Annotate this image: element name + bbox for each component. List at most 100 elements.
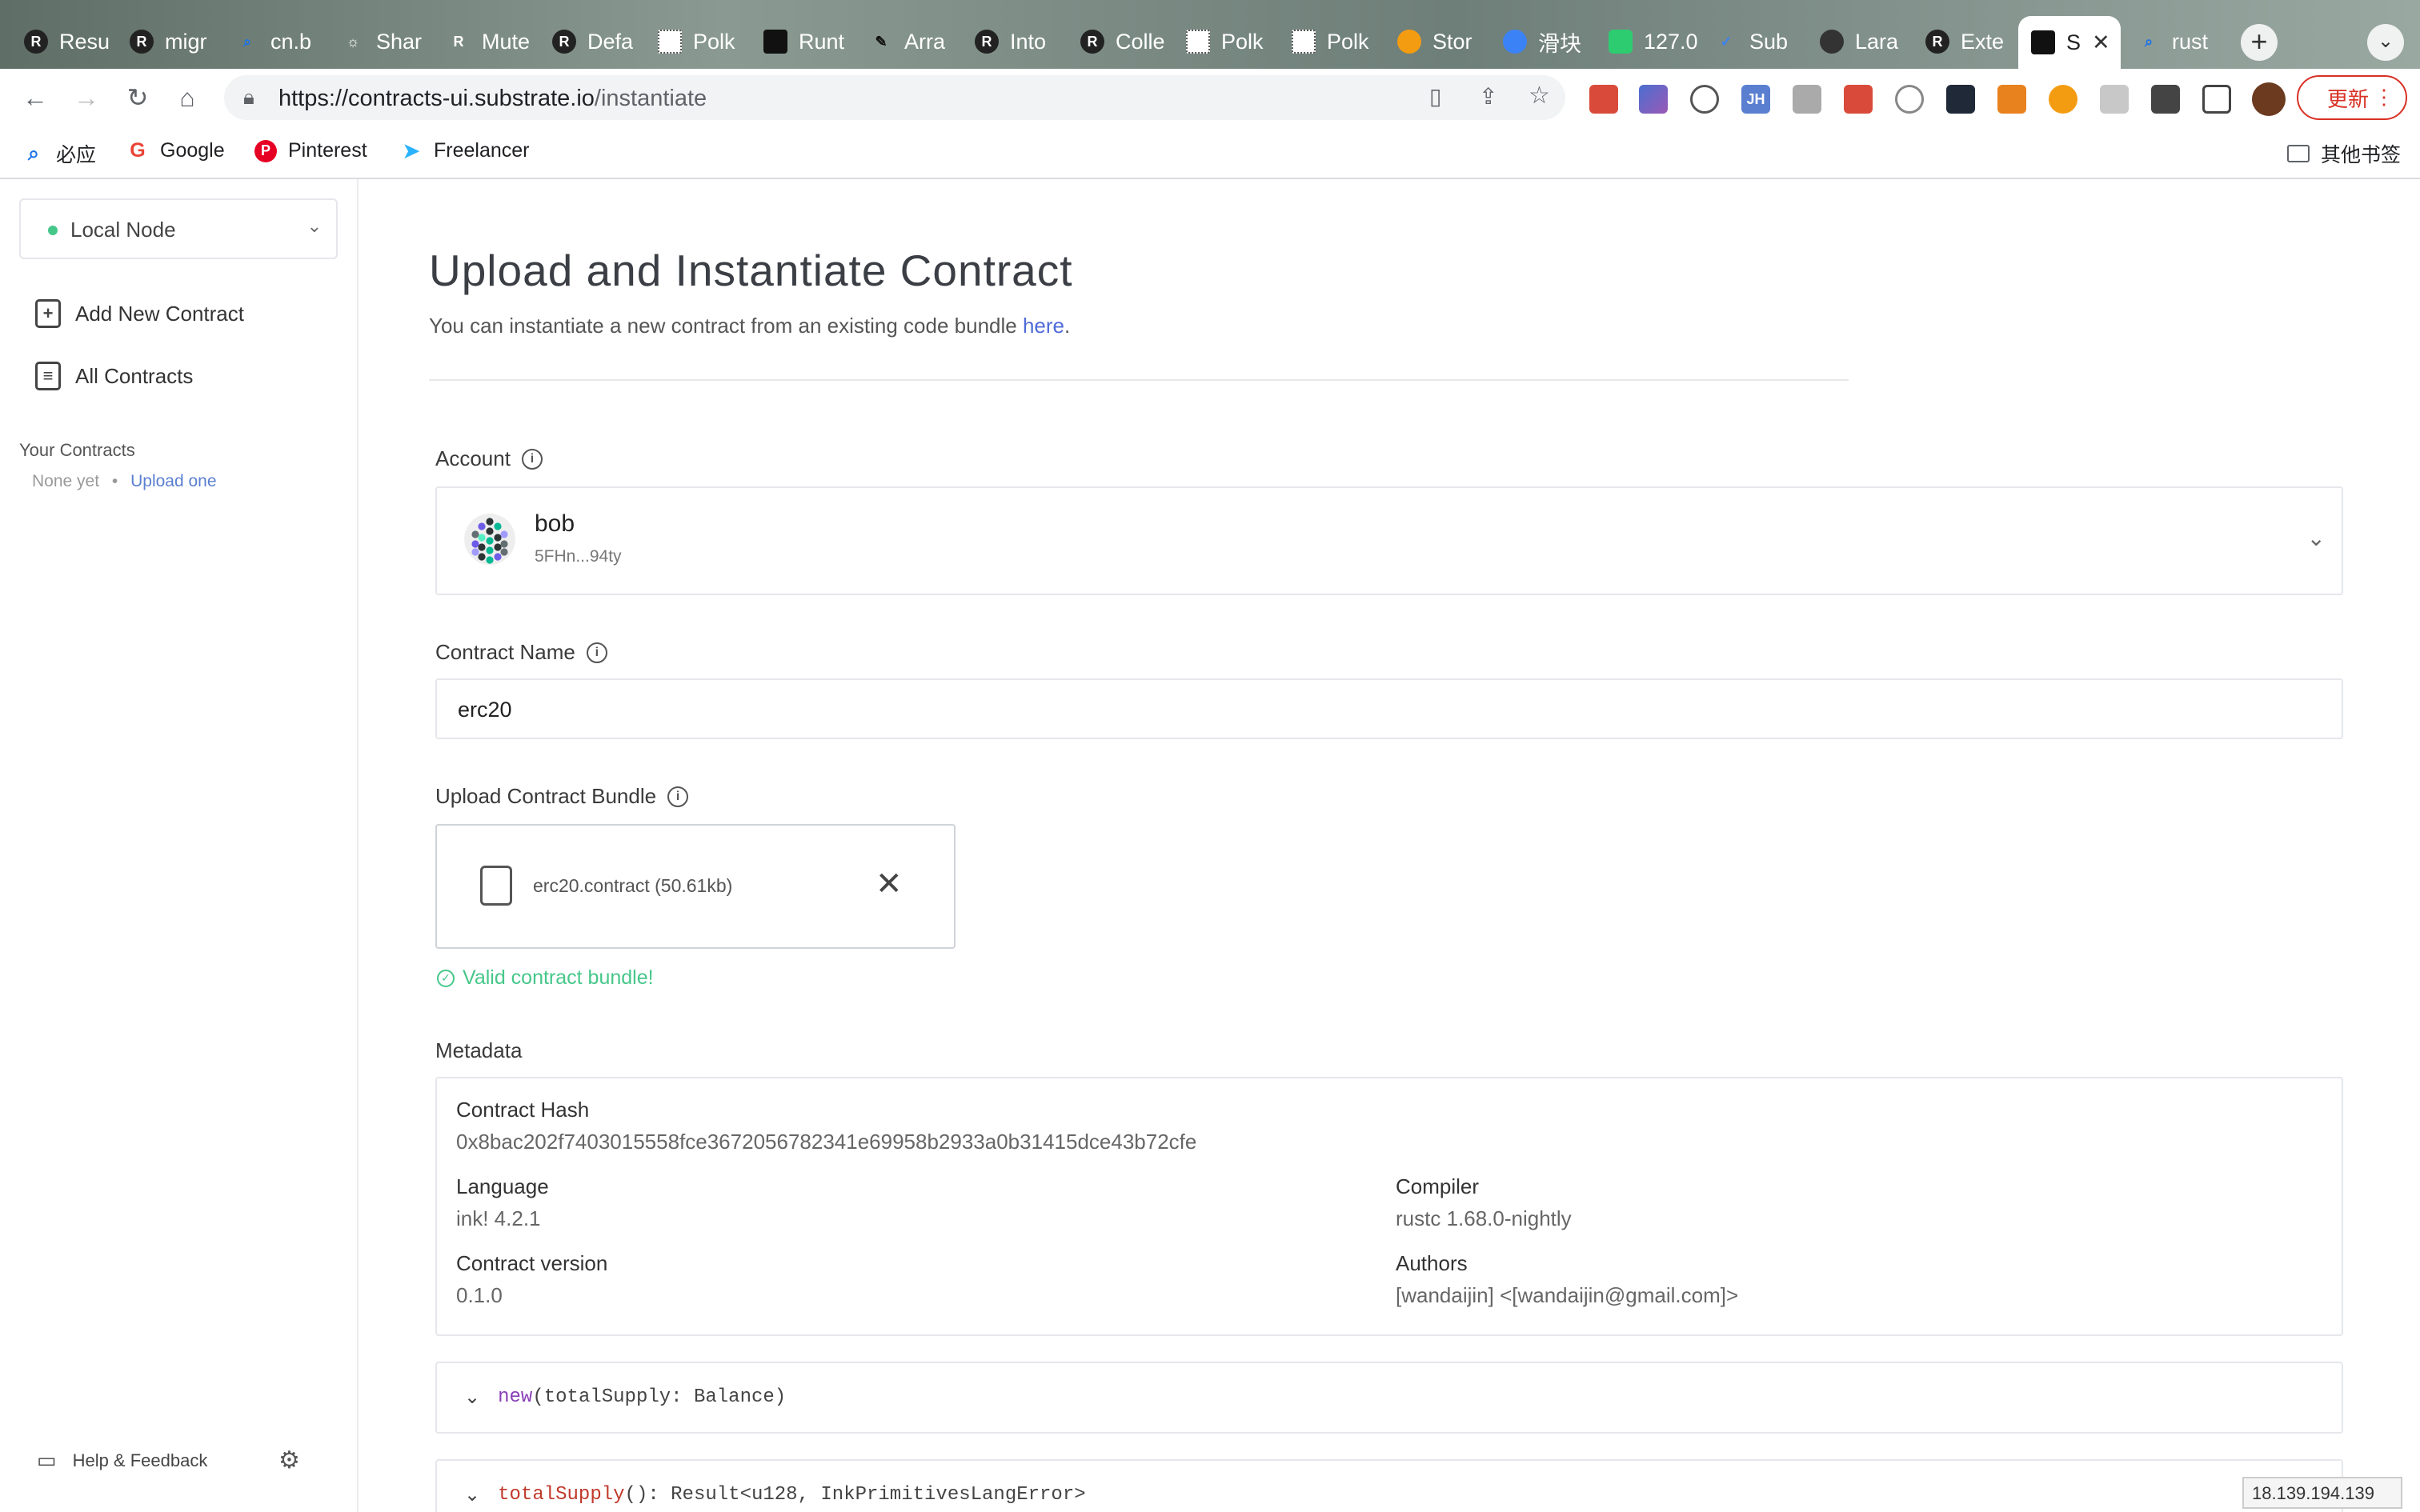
- upload-bundle-label: Upload Contract Bundle i: [435, 784, 689, 809]
- chat-icon: ▭: [37, 1448, 57, 1472]
- sidebar-item-add-new-contract[interactable]: + Add New Contract: [35, 294, 244, 333]
- extension-camera-icon[interactable]: [1793, 85, 1821, 114]
- tab-0[interactable]: R Resu: [11, 18, 114, 66]
- tab-18[interactable]: R Exte: [1913, 18, 2015, 66]
- account-selector[interactable]: bob 5FHn...94ty ⌄: [435, 486, 2343, 595]
- check-circle-icon: ✓: [437, 969, 455, 987]
- update-button[interactable]: 更新 ⋮: [2297, 75, 2407, 120]
- other-bookmarks[interactable]: 其他书签: [2287, 139, 2401, 168]
- none-yet-text: None yet: [32, 472, 100, 490]
- info-icon[interactable]: i: [586, 642, 607, 663]
- metadata-label: Metadata: [435, 1038, 522, 1063]
- rust-icon: R: [552, 30, 576, 54]
- tab-9[interactable]: R Into: [962, 18, 1064, 66]
- tab-3[interactable]: ☼ Shar: [328, 18, 431, 66]
- polkadot-icon: [658, 30, 682, 54]
- tab-2[interactable]: ⌕ cn.b: [222, 18, 325, 66]
- back-icon[interactable]: ←: [18, 82, 53, 114]
- uploaded-file-card[interactable]: erc20.contract (50.61kb) ✕: [435, 824, 956, 949]
- tab-13[interactable]: Stor: [1384, 18, 1487, 66]
- side-panel-icon[interactable]: [2202, 85, 2231, 114]
- account-identicon: [464, 514, 515, 565]
- your-contracts-heading: Your Contracts: [19, 440, 135, 460]
- message-row-total-supply[interactable]: ⌄ totalSupply (): Result<u128, InkPrimiti…: [435, 1459, 2343, 1512]
- help-feedback-link[interactable]: ▭ Help & Feedback: [37, 1448, 207, 1473]
- share-icon[interactable]: ⇪: [1479, 83, 1497, 110]
- extension-react-icon[interactable]: [1946, 85, 1975, 114]
- tab-5[interactable]: R Defa: [539, 18, 642, 66]
- identicon-dot: [494, 522, 502, 530]
- tab-11[interactable]: Polk: [1173, 18, 1276, 66]
- profile-avatar[interactable]: [2252, 82, 2286, 116]
- gear-icon[interactable]: ⚙: [278, 1446, 300, 1474]
- identicon-dot: [494, 553, 502, 561]
- identicon-dot: [500, 530, 508, 538]
- url-text[interactable]: https://contracts-ui.substrate.io/instan…: [278, 86, 707, 112]
- bookmark-freelancer[interactable]: ➤ Freelancer: [400, 139, 530, 162]
- tab-16[interactable]: ✓ Sub: [1701, 18, 1804, 66]
- extension-badge-icon[interactable]: [1895, 85, 1924, 114]
- address-bar[interactable]: 🔒︎ https://contracts-ui.substrate.io/ins…: [224, 75, 1565, 120]
- tab-17[interactable]: Lara: [1807, 18, 1909, 66]
- file-icon: [480, 866, 512, 906]
- feather-icon: ✎: [875, 33, 887, 50]
- bookmark-label: Pinterest: [288, 139, 367, 162]
- tab-label: migr: [165, 29, 207, 54]
- message-signature: ⌄ totalSupply (): Result<u128, InkPrimiti…: [464, 1483, 1086, 1506]
- tab-6[interactable]: Polk: [645, 18, 747, 66]
- info-icon[interactable]: i: [667, 786, 689, 807]
- sidebar: Local Node ⌄ + Add New Contract ≡ All Co…: [0, 179, 359, 1512]
- upload-one-link[interactable]: Upload one: [130, 472, 216, 490]
- kebab-menu-icon[interactable]: ⋮: [2374, 85, 2394, 110]
- extension-clock-icon[interactable]: [1690, 85, 1719, 114]
- tab-20[interactable]: ⌕ rust: [2124, 18, 2226, 66]
- tab-1[interactable]: Rmigr: [117, 18, 219, 66]
- bookmark-bing[interactable]: ⌕ 必应: [22, 139, 96, 168]
- forward-icon[interactable]: →: [69, 82, 104, 114]
- reload-icon[interactable]: ↻: [120, 82, 155, 114]
- node-status-dot: [48, 226, 58, 235]
- home-icon[interactable]: ⌂: [170, 82, 205, 114]
- account-label-text: Account: [435, 446, 511, 470]
- tab-7[interactable]: Runt: [751, 18, 853, 66]
- sidebar-item-label: Add New Contract: [75, 301, 244, 326]
- extension-vue-icon[interactable]: [2100, 85, 2129, 114]
- chevron-down-icon[interactable]: ⌄: [464, 1483, 480, 1506]
- sidebar-item-all-contracts[interactable]: ≡ All Contracts: [35, 357, 193, 395]
- identicon-dot: [486, 556, 494, 564]
- pinterest-icon: P: [254, 139, 277, 162]
- message-row-new[interactable]: ⌄ new (totalSupply: Balance): [435, 1362, 2343, 1434]
- tab-14[interactable]: 滑块: [1490, 18, 1593, 66]
- bookmark-pinterest[interactable]: P Pinterest: [254, 139, 367, 162]
- new-tab-icon[interactable]: +: [2241, 24, 2278, 61]
- bookmark-google[interactable]: G Google: [126, 139, 224, 162]
- browser-toolbar: ← → ↻ ⌂ 🔒︎ https://contracts-ui.substrat…: [0, 69, 2420, 126]
- google-icon: G: [130, 139, 146, 162]
- chevron-down-icon[interactable]: ⌄: [464, 1386, 480, 1409]
- tab-8[interactable]: ✎ Arra: [856, 18, 959, 66]
- url-path: /instantiate: [594, 86, 707, 111]
- lock-icon[interactable]: 🔒︎: [243, 85, 254, 110]
- message-sig: (totalSupply: Balance): [532, 1386, 787, 1408]
- extensions-puzzle-icon[interactable]: [2151, 85, 2180, 114]
- page-icon[interactable]: ▯: [1429, 83, 1441, 110]
- star-icon[interactable]: ☆: [1529, 82, 1550, 110]
- tab-15[interactable]: 127.0: [1596, 18, 1698, 66]
- tab-10[interactable]: R Colle: [1068, 18, 1170, 66]
- remove-file-close-icon[interactable]: ✕: [875, 866, 903, 902]
- tab-19[interactable]: S ✕: [2018, 16, 2121, 69]
- tab-close-icon[interactable]: ✕: [2092, 30, 2110, 55]
- extension-red-book-icon[interactable]: [1589, 85, 1618, 114]
- extension-eyedropper-icon[interactable]: [1639, 85, 1668, 114]
- tab-search-chevron-icon[interactable]: ⌄: [2367, 24, 2404, 61]
- extension-dots-icon[interactable]: [1844, 85, 1873, 114]
- node-selector[interactable]: Local Node ⌄: [19, 198, 338, 259]
- tab-4[interactable]: R Mute: [434, 18, 536, 66]
- tab-12[interactable]: Polk: [1279, 18, 1381, 66]
- extension-metamask-icon[interactable]: [1997, 85, 2026, 114]
- extension-jh-icon[interactable]: JH: [1741, 85, 1770, 114]
- extension-polkadot-icon[interactable]: [2049, 85, 2077, 114]
- contract-name-input[interactable]: erc20: [435, 678, 2343, 739]
- info-icon[interactable]: i: [521, 448, 543, 470]
- here-link[interactable]: here: [1023, 314, 1064, 338]
